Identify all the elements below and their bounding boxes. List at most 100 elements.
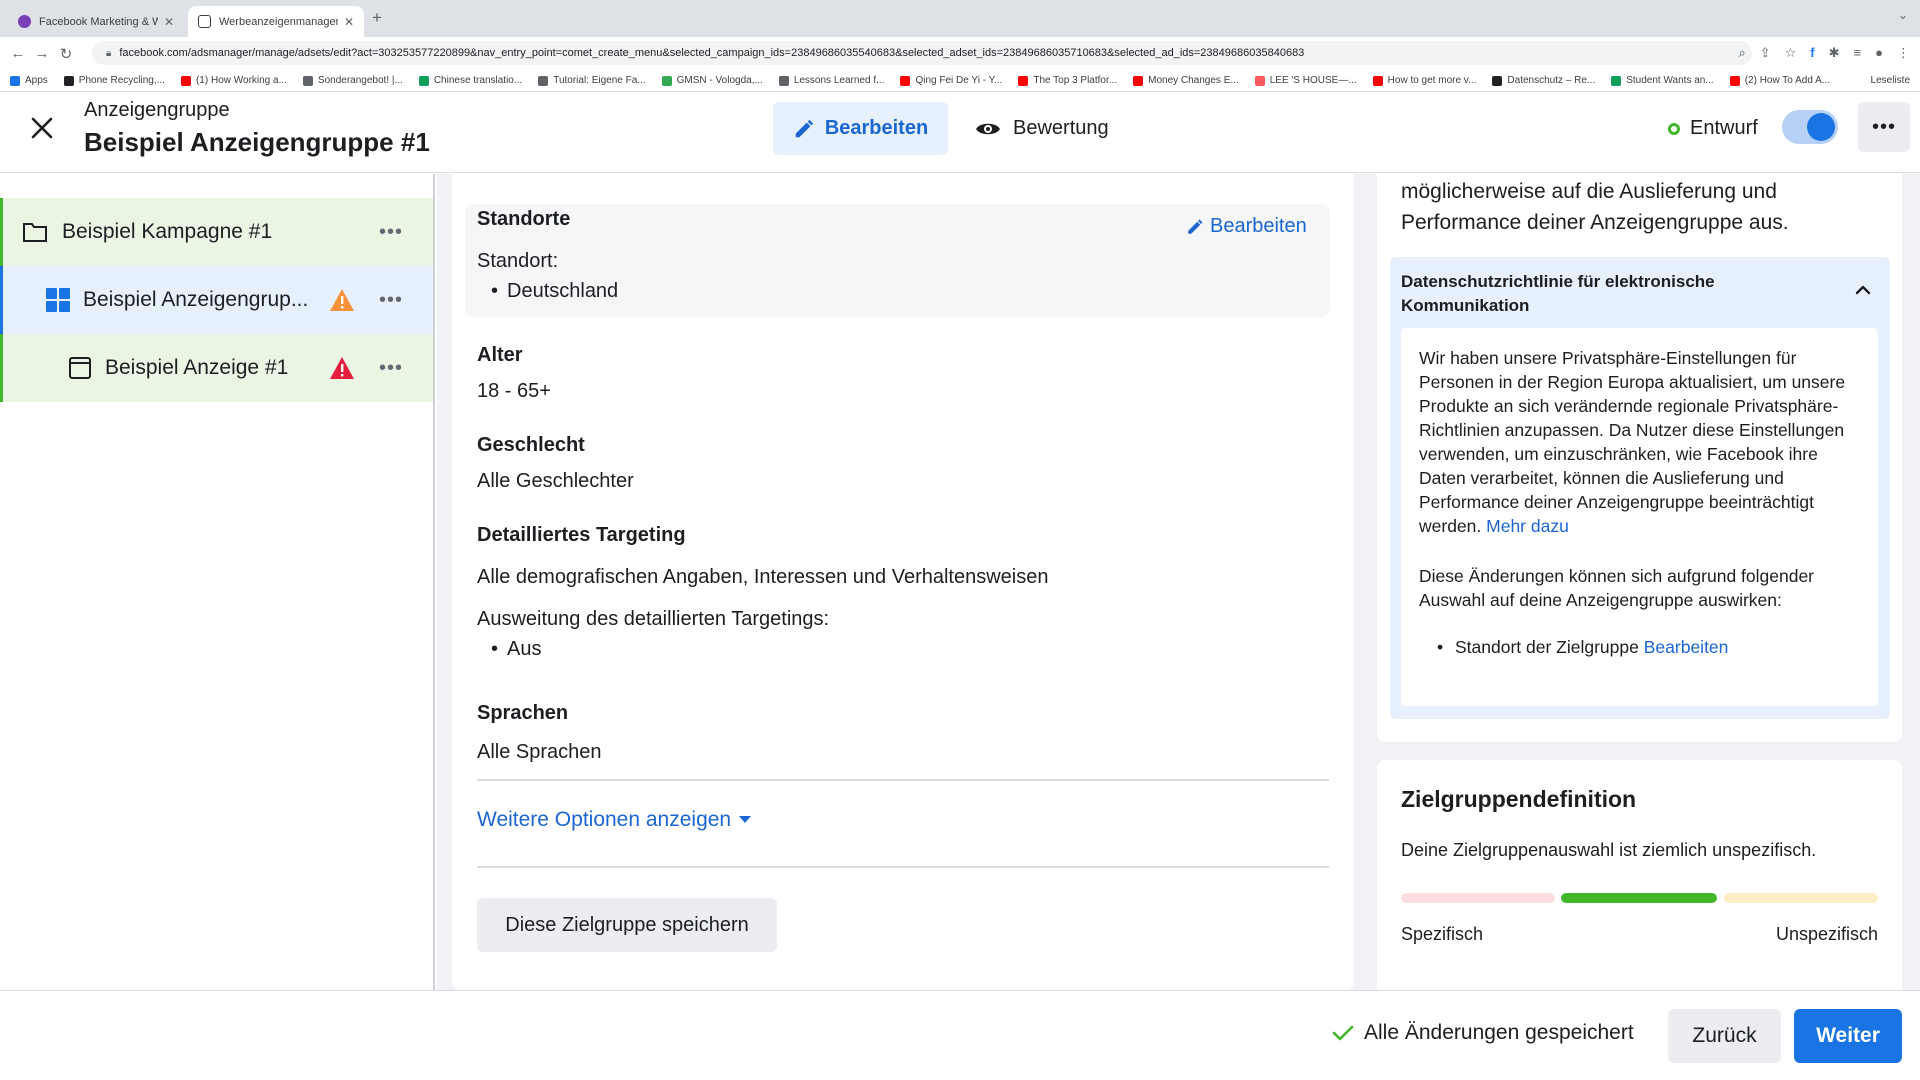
sidebar-item-label: Beispiel Kampagne #1 [62, 220, 273, 243]
toggle-knob [1807, 113, 1835, 141]
bookmark-favicon-icon [63, 75, 74, 86]
gender-value[interactable]: Alle Geschlechter [477, 470, 634, 493]
bookmark-label: GMSN - Vologda,... [676, 75, 763, 86]
zoom-icon[interactable]: ⌕ [1738, 45, 1745, 61]
back-arrow-icon[interactable]: ← [6, 45, 30, 62]
bookmark-favicon-icon [1611, 75, 1622, 86]
divider [477, 779, 1329, 781]
locations-edit-button[interactable]: Bearbeiten [1186, 215, 1307, 238]
more-dots-icon[interactable]: ••• [379, 357, 403, 380]
bookmark-item[interactable]: Tutorial: Eigene Fa... [538, 75, 646, 86]
app-header: Anzeigengruppe Beispiel Anzeigengruppe #… [0, 93, 1920, 173]
extension-facebook-icon[interactable]: f [1810, 45, 1814, 61]
bookmark-item[interactable]: Apps [10, 75, 48, 86]
tab-review[interactable]: Bewertung [975, 102, 1109, 155]
adsmanager-favicon-icon [198, 15, 211, 28]
tab-search-icon[interactable]: ⌄ [1898, 8, 1908, 22]
back-button[interactable]: Zurück [1668, 1009, 1781, 1063]
more-dots-icon[interactable]: ••• [379, 289, 403, 312]
bookmark-item[interactable]: How to get more v... [1372, 75, 1476, 86]
audience-location-edit-link[interactable]: Bearbeiten [1644, 637, 1729, 657]
sidebar-item-adset[interactable]: Beispiel Anzeigengrup... ••• [0, 266, 433, 334]
bookmark-item[interactable]: (2) How To Add A... [1729, 75, 1831, 86]
reading-mode-icon[interactable]: ≡ [1854, 45, 1862, 61]
status-toggle[interactable] [1782, 110, 1838, 144]
bookmark-item[interactable]: GMSN - Vologda,... [661, 75, 763, 86]
bookmark-label: Qing Fei De Yi - Y... [915, 75, 1003, 86]
chevron-up-icon[interactable] [1855, 285, 1871, 295]
tab-edit[interactable]: Bearbeiten [773, 102, 948, 155]
bookmark-favicon-icon [900, 75, 911, 86]
bookmark-label: (2) How To Add A... [1744, 75, 1831, 86]
audience-definition-title: Zielgruppendefinition [1401, 786, 1637, 812]
address-bar-row: ← → ↻ 🔒︎ facebook.com/adsmanager/manage/… [0, 37, 1920, 70]
bookmark-label: Tutorial: Eigene Fa... [553, 75, 646, 86]
browser-menu-icon[interactable]: ⋮ [1897, 45, 1910, 61]
bookmark-item[interactable]: Sonderangebot! |... [302, 75, 403, 86]
caret-down-icon [739, 816, 752, 823]
profile-avatar-icon[interactable]: ● [1875, 45, 1883, 61]
bookmark-item[interactable]: Phone Recycling,... [63, 75, 165, 86]
bookmark-item[interactable]: Datenschutz – Re... [1492, 75, 1595, 86]
sidebar-item-campaign[interactable]: Beispiel Kampagne #1 ••• [0, 198, 433, 266]
ad-icon [69, 357, 91, 379]
languages-value[interactable]: Alle Sprachen [477, 741, 602, 764]
error-icon [330, 357, 354, 379]
detailed-targeting-value[interactable]: Alle demografischen Angaben, Interessen … [477, 566, 1049, 589]
bookmark-item[interactable]: (1) How Working a... [180, 75, 287, 86]
privacy-text: Wir haben unsere Privatsphäre-Einstellun… [1419, 348, 1846, 536]
address-bar-icons: ⌕ ⇪ ☆ f ✱ ≡ ● ⋮ [1738, 45, 1910, 61]
facebook-marketing-favicon-icon [18, 15, 31, 28]
url-input[interactable]: 🔒︎ facebook.com/adsmanager/manage/adsets… [92, 41, 1752, 65]
targeting-expansion-value: Aus [491, 638, 542, 661]
privacy-bullet-label: Standort der Zielgruppe [1455, 637, 1639, 657]
browser-tab-facebook-marketing[interactable]: Facebook Marketing & Werbea ✕ [8, 6, 184, 37]
more-options-link[interactable]: Weitere Optionen anzeigen [477, 808, 752, 832]
reload-icon[interactable]: ↻ [54, 45, 78, 63]
bookmark-favicon-icon [1492, 75, 1503, 86]
tab-review-label: Bewertung [1013, 117, 1109, 139]
bookmark-favicon-icon [10, 75, 20, 86]
more-options-label: Weitere Optionen anzeigen [477, 808, 732, 831]
bookmark-item[interactable]: The Top 3 Platfor... [1018, 75, 1117, 86]
share-icon[interactable]: ⇪ [1760, 45, 1771, 61]
audience-meter-specific [1401, 893, 1555, 903]
sidebar-item-ad[interactable]: Beispiel Anzeige #1 ••• [0, 334, 433, 402]
bookmark-item[interactable]: Qing Fei De Yi - Y... [900, 75, 1002, 86]
audience-meter-current [1561, 893, 1717, 903]
bookmark-item[interactable]: Student Wants an... [1611, 75, 1714, 86]
edit-label: Bearbeiten [1210, 215, 1307, 237]
close-icon[interactable]: ✕ [344, 15, 354, 29]
grid-icon [46, 288, 70, 312]
bookmark-favicon-icon [538, 75, 549, 86]
close-icon[interactable] [28, 115, 56, 143]
bookmark-item[interactable]: Money Changes E... [1133, 75, 1239, 86]
saved-status-label: Alle Änderungen gespeichert [1364, 1021, 1634, 1044]
learn-more-link[interactable]: Mehr dazu [1486, 516, 1569, 536]
browser-tab-adsmanager[interactable]: Werbeanzeigenmanager - Wer ✕ [188, 6, 364, 37]
save-audience-button[interactable]: Diese Zielgruppe speichern [477, 898, 777, 952]
bookmark-item[interactable]: LEE 'S HOUSE—... [1254, 75, 1357, 86]
star-icon[interactable]: ☆ [1785, 45, 1797, 61]
bookmark-label: Apps [25, 75, 48, 86]
forward-arrow-icon[interactable]: → [30, 45, 54, 62]
more-options-button[interactable]: ••• [1858, 102, 1910, 152]
footer: Alle Änderungen gespeichert Zurück Weite… [0, 990, 1920, 1080]
privacy-notice-title: Datenschutzrichtlinie für elektronische … [1401, 272, 1715, 315]
privacy-notice-text: Wir haben unsere Privatsphäre-Einstellun… [1419, 346, 1869, 538]
age-value[interactable]: 18 - 65+ [477, 380, 551, 403]
extensions-puzzle-icon[interactable]: ✱ [1829, 45, 1840, 61]
checkmark-icon [1332, 1025, 1354, 1041]
close-icon[interactable]: ✕ [164, 15, 174, 29]
reading-list-button[interactable]: Leseliste [1871, 75, 1910, 86]
more-dots-icon[interactable]: ••• [379, 221, 403, 244]
bookmark-item[interactable]: Chinese translatio... [418, 75, 522, 86]
bookmark-favicon-icon [1372, 75, 1383, 86]
sidebar-item-label: Beispiel Anzeige #1 [105, 356, 289, 379]
next-button[interactable]: Weiter [1794, 1009, 1902, 1063]
new-tab-icon[interactable]: + [372, 8, 382, 28]
more-dots-icon: ••• [1871, 115, 1896, 138]
age-title: Alter [477, 344, 523, 366]
gender-title: Geschlecht [477, 434, 585, 456]
bookmark-item[interactable]: Lessons Learned f... [778, 75, 884, 86]
